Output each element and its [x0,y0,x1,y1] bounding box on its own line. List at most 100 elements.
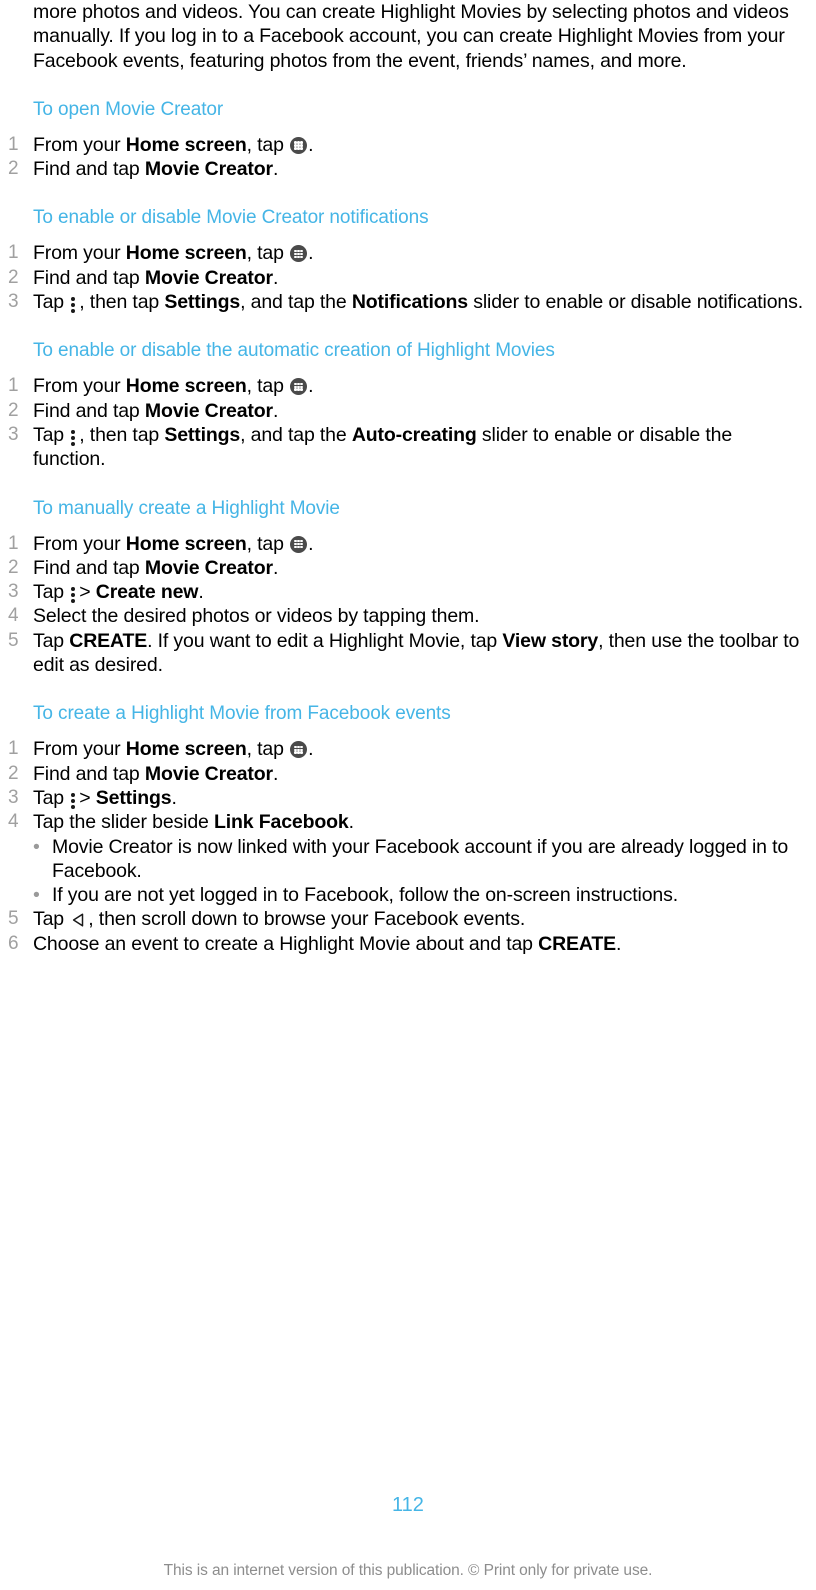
page-content: more photos and videos. You can create H… [0,0,816,956]
step-item: 3 Tap , then tap Settings, and tap the No… [0,290,816,314]
ui-term: Notifications [351,291,468,314]
step-number: 2 [8,762,19,784]
intro-paragraph: more photos and videos. You can create H… [33,1,789,72]
step-item: 3 Tap , then tap Settings, and tap the Au… [0,423,816,472]
step-item: 2 Find and tap Movie Creator. [0,266,816,290]
step-text: Select the desired photos or videos by t… [33,605,480,628]
section-heading: To create a Highlight Movie from Faceboo… [33,703,451,725]
step-number: 1 [8,242,19,264]
step-item: 3 Tap > Create new. [0,580,816,604]
ui-term: Create new [95,581,199,604]
step-number: 4 [8,811,19,833]
step-text: Find and tap Movie Creator. [33,158,279,181]
step-number: 3 [8,581,19,603]
step-text: Tap , then scroll down to browse your Fa… [33,908,526,931]
sub-bullet-list: • Movie Creator is now linked with your F… [0,835,816,908]
step-number: 5 [8,629,19,651]
step-number: 1 [8,133,19,155]
step-text: Find and tap Movie Creator. [33,399,279,422]
step-text: Choose an event to create a Highlight Mo… [33,932,622,955]
heading-spacer [0,362,816,374]
step-item: 6 Choose an event to create a Highlight M… [0,932,816,956]
step-text: Tap the slider beside Link Facebook. [33,811,354,834]
step-number: 1 [8,738,19,760]
sub-bullet-text: Movie Creator is now linked with your Fa… [52,835,789,882]
step-number: 1 [8,532,19,554]
ui-term: CREATE [69,629,148,652]
app-drawer-icon [290,245,308,263]
step-number: 2 [8,556,19,578]
step-number: 3 [8,291,19,313]
step-text: From your Home screen, tap . [33,375,314,398]
step-number: 6 [8,932,19,954]
step-item: 3 Tap > Settings. [0,786,816,810]
step-number: 2 [8,399,19,421]
ui-term: Movie Creator [144,266,273,289]
footer-copyright: This is an internet version of this publ… [163,1562,653,1579]
ui-term: Auto-creating [351,423,477,446]
step-text: Find and tap Movie Creator. [33,266,279,289]
step-text: From your Home screen, tap . [33,133,314,156]
step-item: 1 From your Home screen, tap . [0,532,816,556]
step-number: 1 [8,375,19,397]
app-drawer-icon [290,535,308,553]
bullet-dot-icon: • [33,835,40,858]
step-text: Tap > Create new. [33,581,204,604]
step-text: From your Home screen, tap . [33,532,314,555]
heading-spacer [0,229,816,241]
step-text: Tap , then tap Settings, and tap the Aut… [33,423,733,471]
step-text: From your Home screen, tap . [33,738,314,761]
step-item: 1 From your Home screen, tap . [0,374,816,398]
step-list: 1 From your Home screen, tap . 2 Find and t… [0,241,816,314]
section-heading: To enable or disable Movie Creator notif… [33,207,429,229]
sub-bullet-text: If you are not yet logged in to Facebook… [52,884,678,907]
step-item: 4 Select the desired photos or videos by … [0,604,816,628]
step-text: Tap , then tap Settings, and tap the Not… [33,291,803,314]
ui-term: Settings [95,786,172,809]
step-number: 3 [8,423,19,445]
step-number: 2 [8,158,19,180]
step-text: From your Home screen, tap . [33,242,314,265]
step-number: 5 [8,908,19,930]
step-item: 4 Tap the slider beside Link Facebook. [0,810,816,834]
step-number: 3 [8,786,19,808]
heading-spacer [0,121,816,133]
step-number: 4 [8,605,19,627]
step-item: 2 Find and tap Movie Creator. [0,399,816,423]
step-item: 1 From your Home screen, tap . [0,737,816,761]
sub-bullet-item: • If you are not yet logged in to Faceboo… [0,883,816,907]
step-list: 1 From your Home screen, tap . 2 Find and t… [0,532,816,678]
section: To create a Highlight Movie from Faceboo… [0,703,816,956]
section: To enable or disable the automatic creat… [0,340,816,471]
heading-spacer [0,520,816,532]
app-drawer-icon [290,741,308,759]
kebab-menu-icon [71,294,76,314]
ui-term: Home screen [125,375,247,398]
step-text: Find and tap Movie Creator. [33,556,279,579]
section: To open Movie Creator 1 From your Home scr… [0,99,816,182]
app-drawer-icon [290,136,308,154]
ui-term: Settings [164,423,241,446]
back-arrow-icon [70,911,87,928]
ui-term: View story [502,629,599,652]
ui-term: Movie Creator [144,158,273,181]
step-item: 2 Find and tap Movie Creator. [0,157,816,181]
document-page: more photos and videos. You can create H… [0,0,816,1590]
section-heading: To manually create a Highlight Movie [33,497,340,519]
step-list: 1 From your Home screen, tap . 2 Find and t… [0,133,816,182]
step-number: 2 [8,266,19,288]
heading-spacer [0,725,816,737]
step-item: 1 From your Home screen, tap . [0,241,816,265]
section: To enable or disable Movie Creator notif… [0,207,816,314]
step-text: Tap CREATE. If you want to edit a Highli… [33,629,800,677]
kebab-menu-icon [71,427,76,446]
step-item: 5 Tap CREATE. If you want to edit a Highl… [0,629,816,678]
ui-term: Home screen [125,532,247,555]
ui-term: Home screen [125,738,247,761]
step-text: Tap > Settings. [33,786,177,809]
step-text: Find and tap Movie Creator. [33,762,279,785]
